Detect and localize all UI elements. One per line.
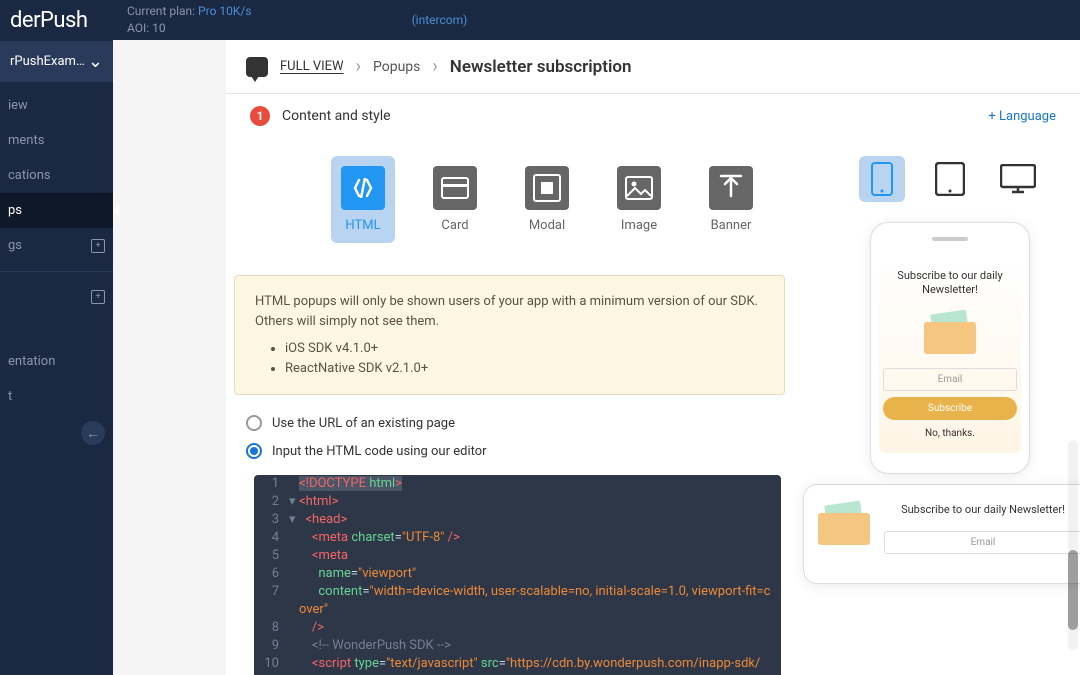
nav-documentation[interactable]: entation	[0, 344, 113, 379]
banner-icon	[709, 166, 753, 210]
header: Current plan: Pro 10K/s AOI: 10 (interco…	[113, 0, 1080, 40]
intercom-link[interactable]: (intercom)	[412, 13, 468, 27]
radio-use-url[interactable]: Use the URL of an existing page	[246, 409, 773, 437]
app-name: rPushExam…	[10, 54, 85, 69]
desktop-icon	[1000, 164, 1036, 194]
preview-email-input[interactable]: Email	[883, 368, 1017, 391]
type-modal[interactable]: Modal	[515, 156, 579, 243]
sdk-ios: iOS SDK v4.1.0+	[285, 339, 764, 359]
nav-segments[interactable]: ments	[0, 123, 113, 158]
phone-preview: Subscribe to our daily Newsletter! Email…	[870, 222, 1030, 474]
nav-support[interactable]: t	[0, 379, 113, 414]
envelope-icon	[924, 312, 976, 354]
nav-popups[interactable]: ps	[0, 193, 113, 228]
add-language-link[interactable]: + Language	[988, 109, 1056, 124]
preview-title: Subscribe to our daily Newsletter!	[883, 269, 1017, 298]
breadcrumb: FULL VIEW › Popups › Newsletter subscrip…	[226, 40, 1080, 93]
code-icon	[341, 166, 385, 210]
nav-notifications[interactable]: cations	[0, 158, 113, 193]
nav: iew ments cations ps gs+ + entation t	[0, 82, 113, 675]
type-image[interactable]: Image	[607, 156, 671, 243]
envelope-icon	[818, 503, 870, 545]
step-badge: 1	[250, 106, 270, 126]
sdk-rn: ReactNative SDK v2.1.0+	[285, 359, 764, 379]
nav-overview[interactable]: iew	[0, 88, 113, 123]
plus-box-icon: +	[91, 290, 105, 304]
device-desktop[interactable]	[995, 156, 1041, 202]
sidebar: derPush rPushExam… ⌄ iew ments cations p…	[0, 0, 113, 675]
arrow-left-icon: ←	[86, 425, 100, 442]
breadcrumb-fullview[interactable]: FULL VIEW	[280, 59, 344, 74]
type-banner[interactable]: Banner	[699, 156, 763, 243]
type-html[interactable]: HTML	[331, 156, 395, 243]
device-phone[interactable]	[859, 156, 905, 202]
comment-icon[interactable]	[246, 57, 268, 77]
app-selector[interactable]: rPushExam… ⌄	[0, 41, 113, 82]
plan-label: Current plan:	[127, 4, 195, 18]
image-icon	[617, 166, 661, 210]
chevron-down-icon: ⌄	[88, 51, 103, 72]
device-tabs	[803, 156, 1080, 202]
sdk-info-box: HTML popups will only be shown users of …	[234, 275, 785, 395]
preview-no-thanks[interactable]: No, thanks.	[883, 428, 1017, 439]
device-tablet[interactable]	[927, 156, 973, 202]
plus-box-icon: +	[91, 239, 105, 253]
logo: derPush	[0, 0, 113, 41]
radio-use-editor[interactable]: Input the HTML code using our editor	[246, 437, 773, 465]
card-icon	[433, 166, 477, 210]
preview-subscribe-button[interactable]: Subscribe	[883, 397, 1017, 420]
phone-icon	[871, 162, 893, 196]
plan-link[interactable]: Pro 10K/s	[198, 4, 252, 18]
preview-email-tablet[interactable]: Email	[884, 531, 1080, 554]
collapse-sidebar-button[interactable]: ←	[81, 421, 105, 445]
nav-settings[interactable]: gs+	[0, 228, 113, 263]
type-selector: HTML Card Modal Image	[226, 138, 793, 261]
preview-title-tablet: Subscribe to our daily Newsletter!	[884, 503, 1080, 517]
tablet-icon	[935, 162, 965, 196]
tablet-preview: Subscribe to our daily Newsletter! Email	[803, 484, 1080, 584]
modal-icon	[525, 166, 569, 210]
aoi-label: AOI: 10	[127, 20, 252, 37]
code-editor[interactable]: 1 <!DOCTYPE html>2▾<html>3▾ <head>4 <met…	[254, 475, 781, 675]
nav-empty[interactable]: +	[0, 280, 113, 314]
section-header: 1 Content and style + Language	[226, 93, 1080, 138]
breadcrumb-popups[interactable]: Popups	[373, 59, 420, 75]
breadcrumb-current: Newsletter subscription	[450, 57, 632, 77]
type-card[interactable]: Card	[423, 156, 487, 243]
section-title: Content and style	[282, 108, 391, 124]
scrollbar[interactable]	[1068, 440, 1078, 650]
main-content: FULL VIEW › Popups › Newsletter subscrip…	[226, 40, 1080, 675]
